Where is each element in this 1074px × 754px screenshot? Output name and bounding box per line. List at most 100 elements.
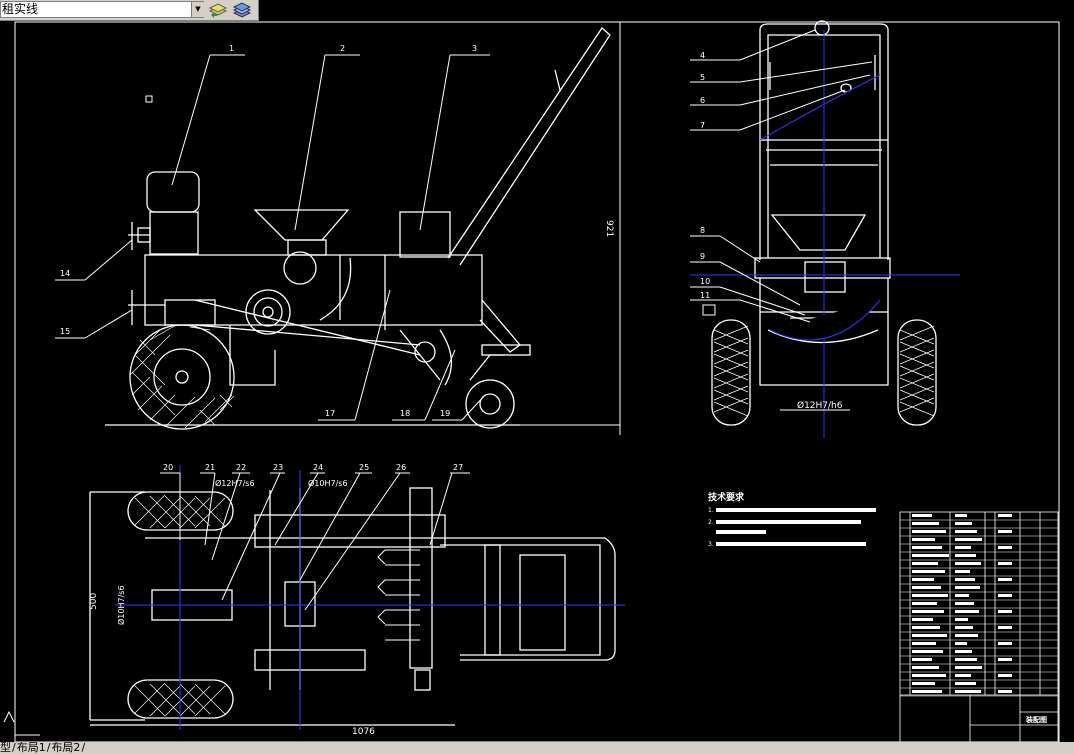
part-number: 18 [400, 409, 410, 418]
dimension-width-top: 500 [89, 593, 99, 610]
parts-row-text [912, 682, 935, 685]
parts-row-text [955, 674, 971, 677]
parts-row-text [912, 594, 948, 597]
parts-row-text [912, 546, 942, 549]
parts-row-text [912, 626, 940, 629]
parts-row-text [955, 610, 979, 613]
parts-row-text [998, 642, 1012, 645]
dimension-length-top: 1076 [352, 727, 375, 737]
parts-row-text [912, 554, 949, 557]
front-view [105, 27, 611, 430]
fit-top-2: Ø10H7/s6 [308, 478, 348, 488]
parts-row-text [912, 690, 942, 693]
part-number: 24 [313, 463, 323, 472]
ucs-icon [3, 710, 40, 736]
top-centerlines [115, 465, 625, 730]
parts-row-text [955, 666, 982, 669]
parts-row-text [912, 538, 935, 541]
part-number: 15 [60, 327, 70, 336]
fit-side: Ø12H7/h6 [797, 400, 843, 411]
layer-combo[interactable]: 租实线 [0, 1, 204, 18]
title-block-name: 装配图 [1025, 715, 1047, 724]
part-number: 11 [700, 291, 710, 300]
part-number: 2 [340, 44, 345, 53]
part-number: 10 [700, 277, 710, 286]
tab-separator: / [81, 742, 86, 754]
tech-requirements-title: 技术要求 [708, 491, 745, 503]
parts-row-text [955, 650, 972, 653]
parts-row-text [912, 674, 946, 677]
tab-separator: / [46, 742, 51, 754]
fit-top-left: Ø10H7/s6 [116, 585, 126, 625]
tech-item-number: 1. [708, 507, 714, 514]
part-number: 27 [453, 463, 463, 472]
part-number: 6 [700, 96, 705, 105]
parts-row-text [998, 674, 1012, 677]
parts-row-text [912, 562, 938, 565]
parts-row-text [955, 586, 980, 589]
part-numbers-top: 20 21 22 23 24 25 26 27 [163, 463, 463, 472]
parts-row-text [998, 626, 1012, 629]
top-tines [377, 549, 420, 641]
chevron-down-icon[interactable]: ▼ [191, 2, 204, 17]
layer-combo-value: 租实线 [2, 2, 39, 16]
parts-row-text [955, 690, 981, 693]
tab-separator: / [12, 742, 16, 754]
side-centerlines [690, 30, 960, 438]
part-numbers-front: 1 2 3 14 15 17 18 19 [60, 44, 477, 418]
parts-row-text [912, 618, 933, 621]
parts-row-text [955, 562, 981, 565]
drawing-canvas[interactable]: 1 2 3 14 15 17 18 19 921 4 5 6 7 8 9 10 … [0, 20, 1074, 742]
part-number: 20 [163, 463, 173, 472]
small-marker [145, 95, 153, 103]
parts-row-text [955, 658, 977, 661]
layer-previous-icon[interactable] [208, 1, 228, 19]
parts-row-text [912, 586, 941, 589]
parts-row-text [912, 634, 947, 637]
part-number: 22 [236, 463, 246, 472]
tech-requirements-text: 1. 2. 3. [708, 507, 714, 548]
parts-list-text [912, 514, 1012, 693]
part-numbers-side: 4 5 6 7 8 9 10 11 [700, 51, 710, 300]
parts-row-text [955, 578, 975, 581]
part-number: 8 [700, 226, 705, 235]
tech-item-number: 2. [708, 519, 714, 526]
parts-row-text [955, 594, 969, 597]
parts-row-text [912, 522, 939, 525]
tab-layout2[interactable]: 布局2 [51, 742, 80, 754]
fit-top-1: Ø12H7/s6 [215, 478, 255, 488]
part-number: 7 [700, 121, 705, 130]
part-number: 4 [700, 51, 705, 60]
part-number: 1 [229, 44, 234, 53]
parts-row-text [912, 602, 937, 605]
layer-toolbar: 租实线 ▼ [0, 0, 259, 21]
parts-row-text [955, 602, 974, 605]
parts-row-text [912, 570, 945, 573]
parts-row-text [955, 634, 978, 637]
parts-row-text [955, 546, 971, 549]
parts-row-text [955, 538, 982, 541]
parts-row-text [955, 682, 976, 685]
part-number: 21 [205, 463, 215, 472]
part-number: 3 [472, 44, 477, 53]
part-number: 26 [396, 463, 406, 472]
part-number: 23 [273, 463, 283, 472]
parts-row-text [912, 514, 932, 517]
dimension-height: 921 [604, 220, 614, 237]
parts-row-text [998, 610, 1012, 613]
leader-lines-front [55, 54, 490, 421]
tab-model[interactable]: 型 [0, 742, 11, 754]
parts-row-text [998, 514, 1012, 517]
drawing-frame [14, 21, 1060, 742]
parts-row-text [955, 626, 973, 629]
part-number: 14 [60, 269, 70, 278]
parts-row-text [955, 514, 967, 517]
parts-row-text [955, 522, 972, 525]
part-number: 5 [700, 73, 705, 82]
layer-stack-icon[interactable] [232, 1, 252, 19]
part-number: 9 [700, 252, 705, 261]
tab-layout1[interactable]: 布局1 [17, 742, 46, 754]
parts-row-text [998, 578, 1012, 581]
parts-row-text [912, 658, 932, 661]
parts-row-text [955, 530, 977, 533]
